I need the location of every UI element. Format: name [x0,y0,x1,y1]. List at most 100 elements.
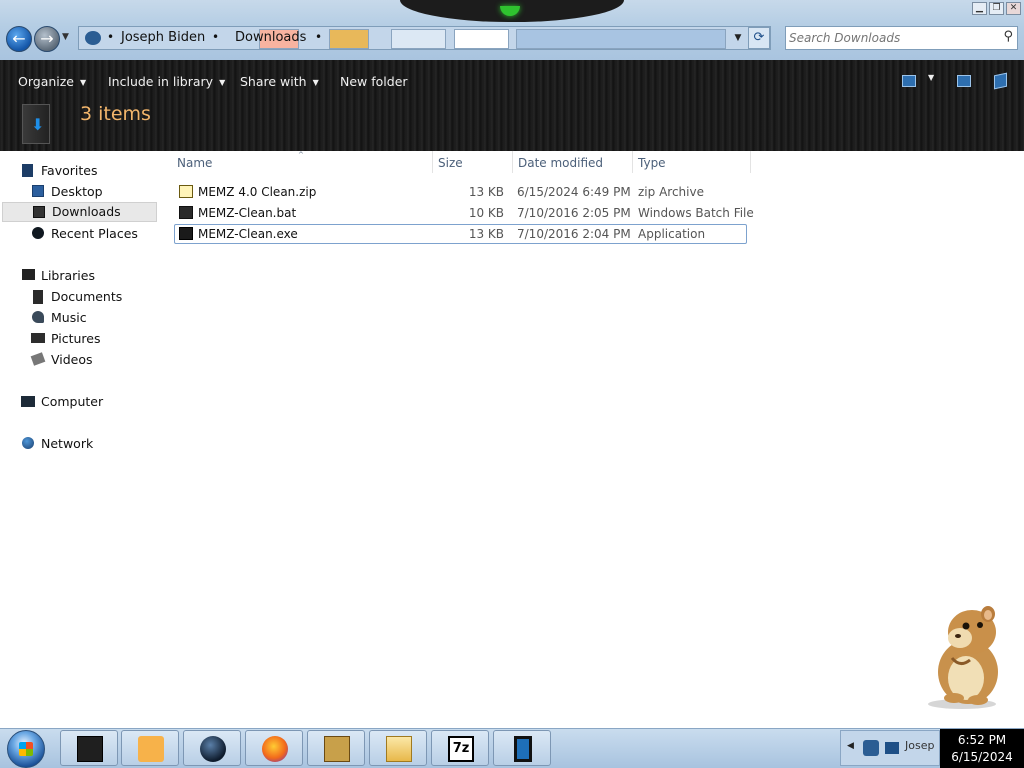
nav-recent-places-label: Recent Places [51,226,138,241]
refresh-button[interactable]: ⟳ [748,27,770,49]
file-row[interactable]: MEMZ-Clean.bat 10 KB 7/10/2016 2:05 PM W… [174,203,754,223]
address-bar[interactable]: • Joseph Biden • Downloads • [78,26,771,50]
nav-documents[interactable]: Documents [0,287,157,307]
taskbar-clock[interactable]: 6:52 PM 6/15/2024 [940,729,1024,768]
file-size: 10 KB [468,206,504,220]
column-divider[interactable] [632,151,633,173]
search-icon[interactable]: ⚲ [1003,29,1013,44]
file-name: MEMZ 4.0 Clean.zip [198,185,317,199]
computer-icon [21,396,35,407]
file-date-modified: 7/10/2016 2:04 PM [517,227,631,241]
tray-network-icon[interactable] [885,742,899,754]
file-date-modified: 7/10/2016 2:05 PM [517,206,631,220]
nav-favorites[interactable]: Favorites [0,161,157,181]
column-header-size[interactable]: Size [438,156,463,170]
nav-music[interactable]: Music [0,308,157,328]
forward-arrow-icon: → [40,29,54,48]
back-button[interactable]: ← [6,26,32,52]
bonzi-box-icon [324,736,350,762]
nav-pictures-label: Pictures [51,331,101,346]
taskbar-bonzi-box[interactable] [307,730,365,766]
address-thumbnail [516,29,726,49]
column-divider[interactable] [750,151,751,173]
minimize-button[interactable]: ▁ [972,2,987,15]
folder-icon [386,736,412,762]
taskbar-windows-explorer[interactable] [369,730,427,766]
breadcrumb-separator: • [212,30,220,44]
column-header-type[interactable]: Type [638,156,666,170]
file-row[interactable]: MEMZ 4.0 Clean.zip 13 KB 6/15/2024 6:49 … [174,182,747,202]
videos-icon [30,352,46,366]
close-button[interactable]: ✕ [1006,2,1021,15]
chevron-down-icon: ▼ [312,78,319,87]
share-with-button[interactable]: Share with ▼ [240,74,319,89]
nav-network-label: Network [41,436,94,451]
forward-button[interactable]: → [34,26,60,52]
column-header-name[interactable]: Name [177,156,212,170]
7-zip-icon: 7z [448,736,474,762]
view-options-dropdown[interactable]: ▼ [928,73,934,82]
new-folder-button[interactable]: New folder [340,74,408,89]
nav-desktop[interactable]: Desktop [0,182,157,202]
globe-icon [200,736,226,762]
column-divider[interactable] [432,151,433,173]
windows-logo-icon [19,742,33,756]
address-thumbnail [454,29,509,49]
dark-window-icon [77,736,103,762]
taskbar-media-player[interactable] [121,730,179,766]
file-type: zip Archive [638,185,704,199]
media-player-icon [138,736,164,762]
back-arrow-icon: ← [12,29,26,48]
navigation-pane: Favorites Desktop Downloads Recent Place… [0,151,160,727]
search-box[interactable]: ⚲ [785,26,1018,50]
nav-recent-places[interactable]: Recent Places [0,224,157,244]
nav-videos[interactable]: Videos [0,350,157,370]
recent-pages-dropdown[interactable]: ▼ [62,32,69,42]
maximize-button[interactable]: ❐ [989,2,1004,15]
file-row-focused[interactable]: MEMZ-Clean.exe 13 KB 7/10/2016 2:04 PM A… [174,224,747,244]
show-hidden-icons-button[interactable]: ◀ [847,741,854,751]
chevron-down-icon: ▼ [80,78,87,87]
nav-libraries-label: Libraries [41,268,95,283]
nav-libraries[interactable]: Libraries [0,266,157,286]
organize-button[interactable]: Organize ▼ [18,74,86,89]
nav-network[interactable]: Network [0,434,157,454]
search-input[interactable] [789,29,989,47]
refresh-icon: ⟳ [753,30,765,45]
taskbar-tablet-app[interactable] [493,730,551,766]
file-type: Windows Batch File [638,206,754,220]
taskbar-7-zip[interactable]: 7z [431,730,489,766]
taskbar-explorer-window[interactable] [60,730,118,766]
column-header-date-modified[interactable]: Date modified [518,156,603,170]
downloads-folder-icon: ⬇ [22,104,50,144]
status-led [500,6,520,16]
taskbar-firefox[interactable] [245,730,303,766]
system-tray: ◀ Josep [840,730,940,766]
nav-computer[interactable]: Computer [0,392,157,412]
recent-places-icon [32,227,44,239]
breadcrumb-separator: • [107,30,115,44]
address-thumbnail [391,29,446,49]
file-name: MEMZ-Clean.exe [198,227,298,241]
nav-videos-label: Videos [51,352,93,367]
nav-documents-label: Documents [51,289,123,304]
nav-downloads[interactable]: Downloads [2,202,157,222]
file-size: 13 KB [468,185,504,199]
clock-time: 6:52 PM [957,733,1007,747]
help-icon[interactable] [994,72,1007,90]
nav-pictures[interactable]: Pictures [0,329,157,349]
hamster-buddy-image[interactable] [920,598,1020,710]
preview-pane-icon[interactable] [957,75,971,87]
breadcrumb-downloads[interactable]: Downloads [235,30,306,45]
file-size: 13 KB [468,227,504,241]
change-view-icon[interactable] [902,75,916,87]
address-dropdown-button[interactable]: ▼ [731,27,745,49]
include-in-library-label: Include in library [108,74,214,89]
tray-app-icon[interactable] [863,740,879,756]
taskbar-globe-browser[interactable] [183,730,241,766]
start-button[interactable] [7,730,45,768]
include-in-library-button[interactable]: Include in library ▼ [108,74,225,89]
breadcrumb-user[interactable]: Joseph Biden [121,30,205,45]
title-bar: ← → ▼ • Joseph Biden • Downloads • ▼ ⟳ ⚲… [0,0,1024,60]
column-divider[interactable] [512,151,513,173]
